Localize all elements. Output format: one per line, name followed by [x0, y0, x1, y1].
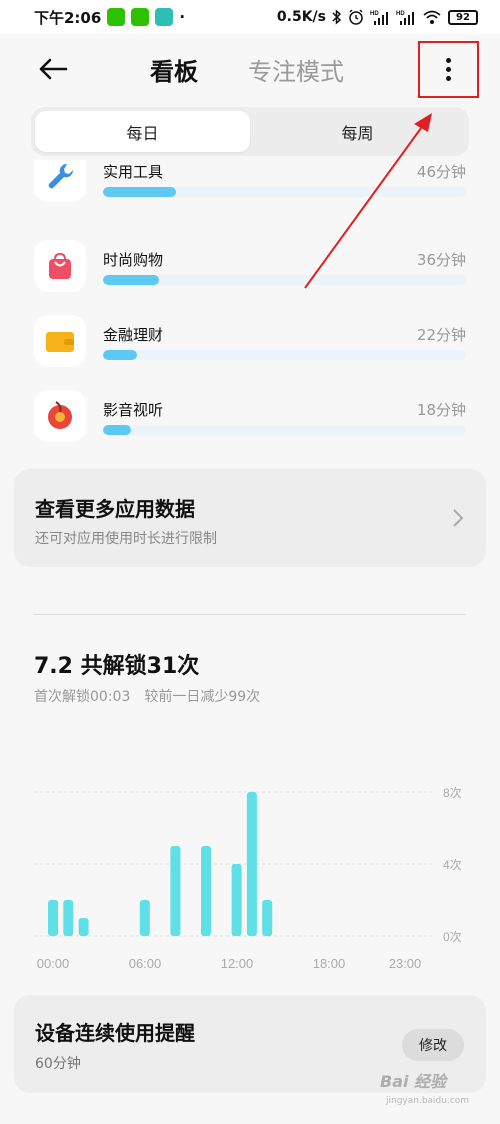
alarm-icon — [349, 9, 363, 25]
reminder-value: 60分钟 — [35, 1056, 81, 1072]
chart-x-tick-label: 23:00 — [389, 956, 422, 971]
more-vertical-icon — [446, 58, 451, 63]
list-item[interactable]: 时尚购物 36分钟 — [0, 226, 500, 296]
list-item[interactable]: 实用工具 46分钟 — [0, 160, 500, 216]
svg-text:HD: HD — [370, 11, 379, 17]
more-data-title: 查看更多应用数据 — [35, 497, 195, 521]
tab-dashboard[interactable]: 看板 — [150, 52, 198, 87]
unlock-compare: 较前一日减少99次 — [144, 689, 261, 705]
more-options-button[interactable] — [418, 41, 479, 98]
wallet-icon — [34, 315, 86, 367]
usage-bar — [103, 425, 466, 435]
unlock-subtitle: 首次解锁00:03 较前一日减少99次 — [34, 686, 274, 706]
segment-daily[interactable]: 每日 — [35, 111, 250, 152]
chart-y-tick-label: 4次 — [443, 858, 462, 872]
chart-bar — [78, 918, 89, 936]
list-item[interactable]: 影音视听 18分钟 — [0, 376, 500, 446]
shopping-bag-icon — [34, 240, 86, 292]
chart-x-tick-label: 06:00 — [129, 956, 162, 971]
usage-bar-fill — [103, 275, 160, 285]
list-item[interactable]: 金融理财 22分钟 — [0, 301, 500, 371]
dot-icon: · — [179, 8, 186, 26]
status-time: 下午2:06 — [34, 8, 102, 27]
usage-bar — [103, 350, 466, 360]
chart-bar — [201, 846, 211, 936]
back-arrow-icon — [39, 58, 68, 80]
signal-icon: HD — [370, 11, 388, 25]
more-vertical-icon-dot — [446, 67, 451, 72]
chart-bar — [63, 900, 74, 936]
app-name: 时尚购物 — [103, 251, 164, 269]
app-name: 影音视听 — [103, 401, 164, 419]
watermark-logo: Bai 经验 — [380, 1072, 447, 1091]
chart-y-tick-label: 8次 — [443, 786, 462, 800]
chart-bar — [139, 900, 150, 936]
chart-x-tick-label: 18:00 — [313, 956, 346, 971]
chevron-right-icon — [453, 509, 464, 527]
chart-bar — [262, 900, 273, 936]
battery-icon: 92 — [448, 9, 478, 25]
chart-x-tick-label: 12:00 — [221, 956, 254, 971]
wifi-icon — [423, 10, 441, 24]
app-name: 实用工具 — [103, 163, 164, 181]
usage-bar-fill — [103, 350, 138, 360]
music-icon — [34, 390, 86, 442]
first-unlock: 首次解锁00:03 — [34, 689, 131, 705]
wechat-icon — [131, 8, 150, 26]
chart-bar — [231, 864, 242, 936]
app-time: 46分钟 — [416, 163, 466, 181]
status-bar: 下午2:06 · 0.5K/s HD HD 92 — [0, 0, 500, 34]
chart-x-tick-label: 00:00 — [37, 956, 70, 971]
app-time: 36分钟 — [416, 251, 466, 269]
period-segment: 每日 每周 — [31, 107, 469, 156]
chart-y-tick-label: 0次 — [443, 930, 462, 944]
unlock-bar-chart: 8次 4次 0次 00:00 06:00 12:00 18:00 23:00 — [34, 786, 462, 971]
reminder-title: 设备连续使用提醒 — [35, 1021, 195, 1045]
watermark-url: jingyan.baidu.com — [386, 1096, 470, 1106]
modify-button[interactable]: 修改 — [402, 1029, 464, 1061]
network-speed: 0.5K/s — [276, 9, 326, 25]
usage-bar — [103, 275, 466, 285]
segment-weekly[interactable]: 每周 — [250, 111, 465, 152]
app-usage-list: 实用工具 46分钟 时尚购物 36分钟 金融理财 22分钟 影音视听 18分钟 — [0, 160, 500, 457]
usage-bar — [103, 187, 466, 197]
more-app-data-card[interactable]: 查看更多应用数据 还可对应用使用时长进行限制 — [14, 469, 486, 567]
status-left: 下午2:06 · — [34, 7, 185, 28]
wechat-icon — [107, 8, 126, 26]
wrench-icon — [34, 160, 86, 202]
chart-bar — [246, 792, 257, 936]
app-time: 22分钟 — [416, 326, 466, 344]
back-button[interactable] — [34, 50, 72, 88]
app-name: 金融理财 — [103, 326, 164, 344]
more-data-subtitle: 还可对应用使用时长进行限制 — [35, 531, 217, 547]
svg-text:HD: HD — [396, 11, 405, 17]
status-right: 0.5K/s HD HD 92 — [277, 9, 478, 25]
header: 看板 专注模式 — [0, 34, 500, 104]
unlock-title: 7.2 共解锁31次 — [34, 654, 200, 679]
tab-focus-mode[interactable]: 专注模式 — [248, 52, 344, 87]
chart-bar — [170, 846, 181, 936]
bluetooth-icon — [332, 9, 342, 25]
usage-bar-fill — [103, 187, 176, 197]
more-vertical-icon-dot — [446, 76, 451, 81]
usage-bar-fill — [103, 425, 132, 435]
signal-icon: HD — [396, 11, 414, 25]
chart-bar — [48, 900, 58, 936]
message-icon — [155, 8, 174, 26]
app-time: 18分钟 — [416, 401, 466, 419]
divider — [34, 614, 466, 615]
